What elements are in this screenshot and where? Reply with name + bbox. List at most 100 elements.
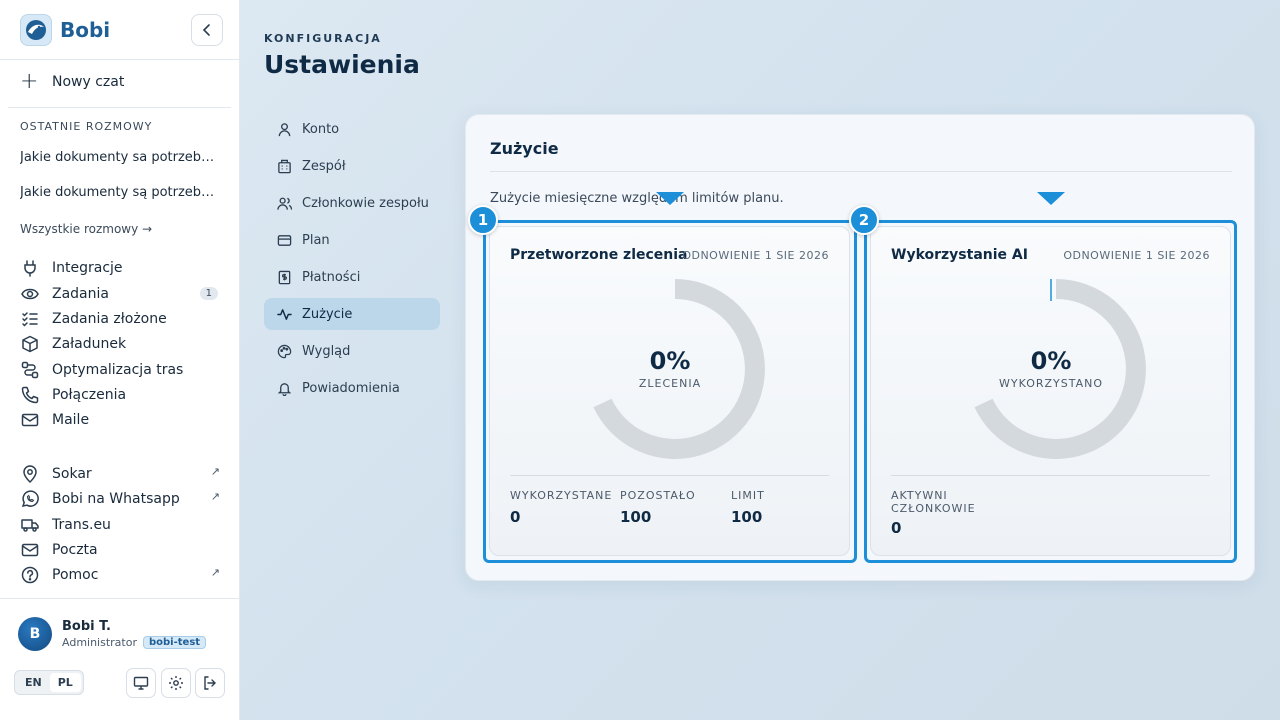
settings-item-czlonkowie[interactable]: Członkowie zespołu bbox=[264, 187, 440, 219]
task-count-badge: 1 bbox=[199, 287, 218, 300]
activity-icon bbox=[276, 306, 292, 322]
recent-chat-item[interactable]: Jakie dokumenty są potrzebne ... bbox=[20, 185, 220, 200]
phone-icon bbox=[20, 385, 40, 405]
usage-percent-label: ZLECENIA bbox=[638, 377, 702, 390]
usage-percent: 0% bbox=[649, 347, 691, 375]
divider bbox=[8, 107, 231, 108]
nav-label: Integracje bbox=[52, 260, 123, 276]
logout-icon bbox=[204, 676, 216, 690]
link-label: Poczta bbox=[52, 542, 98, 558]
settings-item-konto[interactable]: Konto bbox=[264, 113, 440, 145]
settings-button[interactable] bbox=[161, 668, 191, 698]
external-link-icon: ↗ bbox=[210, 465, 220, 478]
divider bbox=[0, 59, 240, 60]
stat-label: AKTYWNI CZŁONKOWIE bbox=[891, 489, 976, 515]
nav-item-maile[interactable]: Maile bbox=[20, 409, 220, 431]
truck-icon bbox=[20, 515, 40, 535]
link-label: Sokar bbox=[52, 466, 92, 482]
whatsapp-icon bbox=[20, 489, 40, 509]
divider bbox=[490, 171, 1232, 172]
eye-icon bbox=[20, 284, 40, 304]
stat-active-members: AKTYWNI CZŁONKOWIE 0 bbox=[891, 489, 991, 537]
recent-chat-item[interactable]: Jakie dokumenty sa potrzebne ... bbox=[20, 150, 220, 165]
monitor-icon bbox=[133, 676, 149, 690]
divider bbox=[891, 475, 1210, 476]
settings-item-label: Płatności bbox=[302, 269, 361, 285]
card-title: Wykorzystanie AI bbox=[891, 247, 1028, 263]
settings-item-zespol[interactable]: Zespół bbox=[264, 150, 440, 182]
mail-icon bbox=[20, 540, 40, 560]
all-chats-link[interactable]: Wszystkie rozmowy → bbox=[20, 222, 152, 236]
display-button[interactable] bbox=[126, 668, 156, 698]
lang-en-button[interactable]: EN bbox=[17, 673, 50, 692]
nav-label: Połączenia bbox=[52, 387, 127, 403]
box-icon bbox=[20, 334, 40, 354]
card-icon bbox=[276, 232, 292, 248]
link-label: Bobi na Whatsapp bbox=[52, 491, 180, 507]
plug-icon bbox=[20, 258, 40, 278]
usage-percent: 0% bbox=[1030, 347, 1072, 375]
usage-percent-label: WYKORZYSTANO bbox=[998, 377, 1104, 390]
checklist-icon bbox=[20, 309, 40, 329]
settings-item-wyglad[interactable]: Wygląd bbox=[264, 335, 440, 367]
pointer-arrow-icon bbox=[656, 192, 684, 205]
location-icon bbox=[20, 464, 40, 484]
external-link-icon: ↗ bbox=[210, 490, 220, 503]
sidebar: Bobi + Nowy czat OSTATNIE ROZMOWY Jakie … bbox=[0, 0, 240, 720]
stat-limit: LIMIT 100 bbox=[731, 489, 765, 526]
nav-item-polaczenia[interactable]: Połączenia bbox=[20, 384, 220, 406]
usage-subtitle: Zużycie miesięczne względem limitów plan… bbox=[490, 191, 784, 206]
settings-item-zuzycie[interactable]: Zużycie bbox=[264, 298, 440, 330]
brand[interactable]: Bobi bbox=[20, 14, 110, 46]
route-icon bbox=[20, 360, 40, 380]
settings-item-platnosci[interactable]: Płatności bbox=[264, 261, 440, 293]
divider bbox=[510, 475, 829, 476]
nav-label: Zadania bbox=[52, 286, 109, 302]
nav-item-zaladunek[interactable]: Załadunek bbox=[20, 333, 220, 355]
settings-item-label: Konto bbox=[302, 121, 340, 137]
link-trans-eu[interactable]: Trans.eu bbox=[20, 514, 220, 536]
stat-label: WYKORZYSTANE bbox=[510, 489, 613, 502]
settings-item-label: Członkowie zespołu bbox=[302, 195, 429, 211]
stat-remaining: POZOSTAŁO 100 bbox=[620, 489, 696, 526]
nav-item-optymalizacja-tras[interactable]: Optymalizacja tras bbox=[20, 359, 220, 381]
collapse-sidebar-button[interactable] bbox=[191, 14, 223, 46]
lang-pl-button[interactable]: PL bbox=[49, 673, 81, 692]
building-icon bbox=[276, 158, 292, 174]
settings-item-label: Powiadomienia bbox=[302, 380, 400, 396]
nav-item-integracje[interactable]: Integracje bbox=[20, 257, 220, 279]
settings-item-label: Zużycie bbox=[302, 306, 353, 322]
users-icon bbox=[276, 195, 292, 211]
annotation-badge: 2 bbox=[849, 205, 879, 235]
link-poczta[interactable]: Poczta bbox=[20, 539, 220, 561]
new-chat-button[interactable]: + Nowy czat bbox=[20, 71, 124, 93]
page-title: Ustawienia bbox=[264, 50, 420, 79]
user-profile[interactable]: B Bobi T. Administrator bobi-test bbox=[18, 617, 207, 651]
palette-icon bbox=[276, 343, 292, 359]
divider bbox=[0, 598, 240, 599]
nav-item-zadania[interactable]: Zadania 1 bbox=[20, 283, 220, 305]
help-icon bbox=[20, 565, 40, 585]
settings-item-plan[interactable]: Plan bbox=[264, 224, 440, 256]
renewal-date: ODNOWIENIE 1 SIE 2026 bbox=[682, 249, 829, 262]
link-label: Pomoc bbox=[52, 567, 99, 583]
user-icon bbox=[276, 121, 292, 137]
workspace-tag: bobi-test bbox=[143, 636, 207, 649]
user-role: Administrator bbox=[62, 636, 137, 649]
bell-icon bbox=[276, 380, 292, 396]
stat-value: 100 bbox=[620, 508, 652, 526]
link-pomoc[interactable]: Pomoc ↗ bbox=[20, 564, 220, 586]
nav-label: Optymalizacja tras bbox=[52, 362, 184, 378]
settings-item-powiadomienia[interactable]: Powiadomienia bbox=[264, 372, 440, 404]
nav-item-zadania-zlozone[interactable]: Zadania złożone bbox=[20, 308, 220, 330]
logout-button[interactable] bbox=[195, 668, 225, 698]
settings-item-label: Wygląd bbox=[302, 343, 351, 359]
link-sokar[interactable]: Sokar ↗ bbox=[20, 463, 220, 485]
link-bobi-whatsapp[interactable]: Bobi na Whatsapp ↗ bbox=[20, 488, 220, 510]
avatar: B bbox=[18, 617, 52, 651]
recent-chats-label: OSTATNIE ROZMOWY bbox=[20, 120, 153, 133]
nav-label: Załadunek bbox=[52, 336, 127, 352]
bobi-logo-icon bbox=[20, 14, 52, 46]
link-label: Trans.eu bbox=[52, 517, 111, 533]
usage-title: Zużycie bbox=[490, 139, 559, 158]
